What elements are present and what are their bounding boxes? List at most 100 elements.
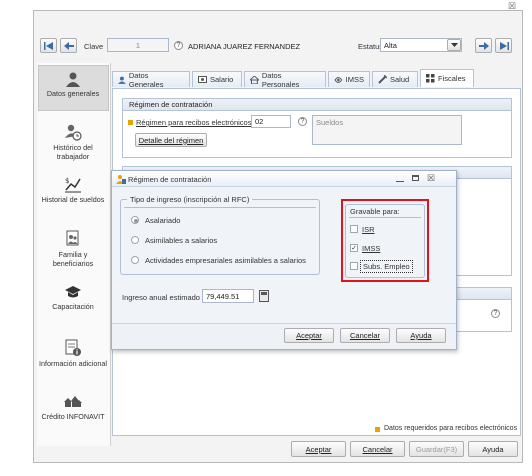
dialog-cancelar-label: Cancelar [349, 331, 380, 340]
sidebar-item-capacitacion[interactable]: Capacitación [39, 284, 107, 311]
sidebar-item-historial-sueldos[interactable]: $ Historial de sueldos [39, 175, 107, 204]
clave-value: 1 [135, 40, 141, 50]
estatus-value: Alta [384, 40, 397, 50]
radio-actividades-empresariales[interactable] [131, 256, 139, 264]
calculator-icon[interactable] [259, 290, 269, 302]
tab-strip: Datos Generales Salario Datos Personales… [112, 69, 522, 89]
svg-text:$: $ [65, 177, 69, 185]
clave-input[interactable]: 1 [107, 38, 169, 52]
regimen-description-text: Sueldos [316, 118, 344, 127]
minimize-icon[interactable] [396, 175, 404, 182]
previous-arrow-icon [63, 41, 74, 50]
dialog-close-icon[interactable]: ☒ [427, 173, 435, 184]
last-record-button[interactable] [495, 38, 512, 53]
guardar-label: Guardar(F3) [415, 444, 458, 454]
checkbox-imss[interactable]: ✓ [350, 244, 358, 252]
chevron-down-icon [450, 42, 458, 47]
person-history-icon [65, 124, 82, 141]
houses-icon [64, 396, 82, 407]
cancelar-label: Cancelar [362, 444, 393, 454]
tab-label: Fiscales [438, 74, 466, 83]
dialog-title: Régimen de contratación [128, 175, 212, 184]
ayuda-label: Ayuda [482, 444, 504, 454]
gravable-divider [349, 217, 421, 218]
radio-asimilables-label: Asimilables a salarios [145, 236, 218, 245]
radio-asimilables[interactable] [131, 236, 139, 244]
dialog-titlebar: Régimen de contratación ☒ [112, 171, 456, 187]
regimen-group-title: Régimen de contratación [123, 99, 511, 111]
sidebar-item-historico[interactable]: Histórico del trabajador [39, 123, 107, 161]
tab-datos-generales[interactable]: Datos Generales [112, 70, 190, 89]
regimen-field-label: Régimen para recibos electrónicos [136, 118, 252, 127]
sidebar-item-label: Familia y beneficiarios [52, 250, 94, 268]
aceptar-button[interactable]: Aceptar [291, 441, 346, 457]
sidebar-item-label: Crédito INFONAVIT [41, 412, 105, 421]
sidebar-item-datos-generales[interactable]: Datos generales [39, 71, 107, 98]
sidebar-item-label: Información adicional [39, 359, 107, 368]
required-marker [128, 120, 133, 125]
tipo-ingreso-group: Tipo de ingreso (inscripción al RFC) Asa… [120, 195, 320, 275]
cancelar-button[interactable]: Cancelar [350, 441, 405, 457]
tipo-ingreso-divider [124, 207, 316, 208]
ingreso-anual-input[interactable]: 79,449.51 [202, 289, 254, 303]
maximize-icon[interactable] [412, 175, 419, 181]
sidebar-item-label: Datos generales [46, 89, 100, 98]
clave-label: Clave [84, 42, 104, 51]
tab-salario[interactable]: Salario [192, 71, 242, 87]
aceptar-label: Aceptar [305, 444, 332, 454]
gravable-title: Gravable para: [350, 207, 400, 216]
ingreso-anual-value: 79,449.51 [206, 291, 240, 301]
sidebar-item-informacion-adicional[interactable]: Información adicional [39, 339, 107, 368]
ayuda-button[interactable]: Ayuda [468, 441, 518, 457]
tab-fiscales[interactable]: Fiscales [420, 69, 474, 87]
checkbox-subs-empleo[interactable] [350, 262, 358, 270]
first-record-button[interactable] [40, 38, 57, 53]
guardar-button[interactable]: Guardar(F3) [409, 441, 464, 457]
tab-datos-personales[interactable]: Datos Personales [244, 70, 326, 89]
tab-label: IMSS [345, 75, 364, 84]
sidebar-item-familia[interactable]: Familia y beneficiarios [39, 230, 107, 268]
sidebar-item-label: Histórico del trabajador [53, 143, 93, 161]
tab-label: Datos Personales [261, 70, 300, 89]
checkbox-imss-label: IMSS [362, 244, 381, 253]
tab-label: Datos Generales [128, 70, 164, 89]
person-icon [118, 76, 126, 84]
tipo-ingreso-title: Tipo de ingreso (inscripción al RFC) [127, 195, 253, 204]
radio-asalariado[interactable] [131, 216, 139, 224]
background-help-icon[interactable]: ? [491, 309, 500, 318]
dialog-aceptar-label: Aceptar [296, 331, 322, 340]
dialog-app-icon [116, 175, 126, 184]
estatus-dropdown-button[interactable] [447, 39, 461, 51]
previous-record-button[interactable] [60, 38, 77, 53]
checkbox-isr-label: ISR [362, 225, 375, 234]
home-icon [250, 75, 259, 84]
regimen-help-icon[interactable]: ? [298, 117, 307, 126]
dialog-aceptar-button[interactable]: Aceptar [284, 328, 334, 343]
regimen-code-input[interactable]: 02 [251, 115, 291, 128]
radio-asalariado-label: Asalariado [145, 216, 181, 225]
money-icon [198, 76, 207, 83]
tab-salud[interactable]: Salud [372, 71, 418, 87]
dialog-ayuda-label: Ayuda [410, 331, 432, 340]
clave-help-icon[interactable]: ? [174, 41, 183, 50]
detalle-regimen-label: Detalle del régimen [138, 135, 204, 145]
employee-name: ADRIANA JUAREZ FERNANDEZ [188, 42, 301, 51]
radio-actividades-empresariales-label: Actividades empresariales asimilables a … [145, 256, 306, 265]
tab-label: Salud [390, 75, 410, 84]
detalle-regimen-button[interactable]: Detalle del régimen [135, 133, 207, 147]
next-record-button[interactable] [475, 38, 492, 53]
salary-chart-icon: $ [65, 177, 81, 193]
regimen-description: Sueldos [312, 115, 462, 145]
dialog-cancelar-button[interactable]: Cancelar [340, 328, 390, 343]
syringe-icon [378, 75, 387, 84]
sidebar-item-credito-infonavit[interactable]: Crédito INFONAVIT [39, 394, 107, 421]
dialog-ayuda-button[interactable]: Ayuda [396, 328, 446, 343]
checkbox-isr[interactable] [350, 225, 358, 233]
tab-imss[interactable]: IMSS [328, 71, 370, 87]
tab-label: Salario [210, 75, 234, 84]
sidebar: Datos generales Histórico del trabajador… [37, 63, 111, 446]
squares-icon [426, 74, 435, 83]
required-legend-marker [375, 427, 380, 432]
person-icon [66, 72, 80, 87]
ingreso-anual-label: Ingreso anual estimado [122, 293, 200, 302]
